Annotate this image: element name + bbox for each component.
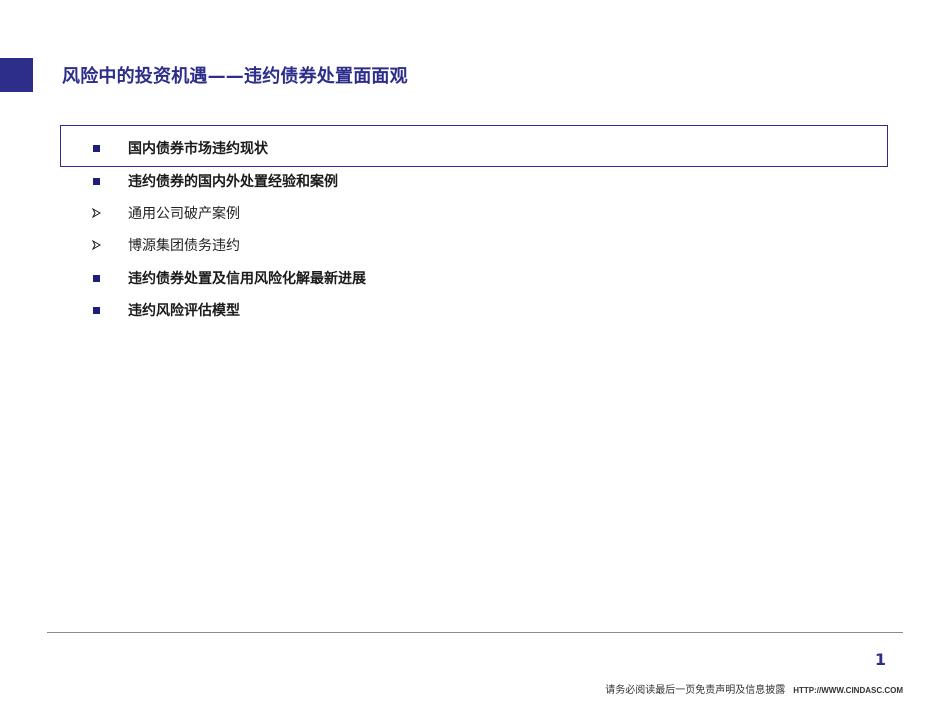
agenda-item-label: 违约债券处置及信用风险化解最新进展 bbox=[128, 271, 366, 287]
arrow-bullet-icon bbox=[90, 207, 102, 219]
agenda-item-label: 违约债券的国内外处置经验和案例 bbox=[128, 174, 338, 190]
square-bullet-icon bbox=[90, 144, 102, 152]
square-bullet-icon bbox=[90, 306, 102, 314]
agenda-item-latest-progress[interactable]: 违约债券处置及信用风险化解最新进展 bbox=[90, 266, 366, 290]
agenda-item-label: 通用公司破产案例 bbox=[128, 206, 240, 222]
agenda-subitem-gm-bankruptcy[interactable]: 通用公司破产案例 bbox=[90, 201, 240, 225]
footer-disclaimer: 请务必阅读最后一页免责声明及信息披露 bbox=[605, 685, 786, 696]
footer-url-link[interactable]: HTTP://WWW.CINDASC.COM bbox=[793, 686, 903, 695]
footer: 请务必阅读最后一页免责声明及信息披露 HTTP://WWW.CINDASC.CO… bbox=[605, 681, 903, 696]
square-bullet-icon bbox=[90, 177, 102, 185]
slide-title: 风险中的投资机遇——违约债券处置面面观 bbox=[62, 66, 408, 87]
agenda-subitem-boyuan-default[interactable]: 博源集团债务违约 bbox=[90, 233, 240, 257]
agenda-item-label: 博源集团债务违约 bbox=[128, 238, 240, 254]
agenda-item-market-status[interactable]: 国内债券市场违约现状 bbox=[90, 136, 268, 160]
page-number: 1 bbox=[874, 650, 886, 669]
arrow-bullet-icon bbox=[90, 239, 102, 251]
agenda-item-label: 违约风险评估模型 bbox=[128, 303, 240, 319]
agenda-item-risk-model[interactable]: 违约风险评估模型 bbox=[90, 298, 240, 322]
agenda-item-label: 国内债券市场违约现状 bbox=[128, 141, 268, 157]
square-bullet-icon bbox=[90, 274, 102, 282]
agenda-item-disposal-cases[interactable]: 违约债券的国内外处置经验和案例 bbox=[90, 169, 338, 193]
title-accent-block bbox=[0, 58, 33, 92]
footer-divider bbox=[47, 632, 903, 633]
